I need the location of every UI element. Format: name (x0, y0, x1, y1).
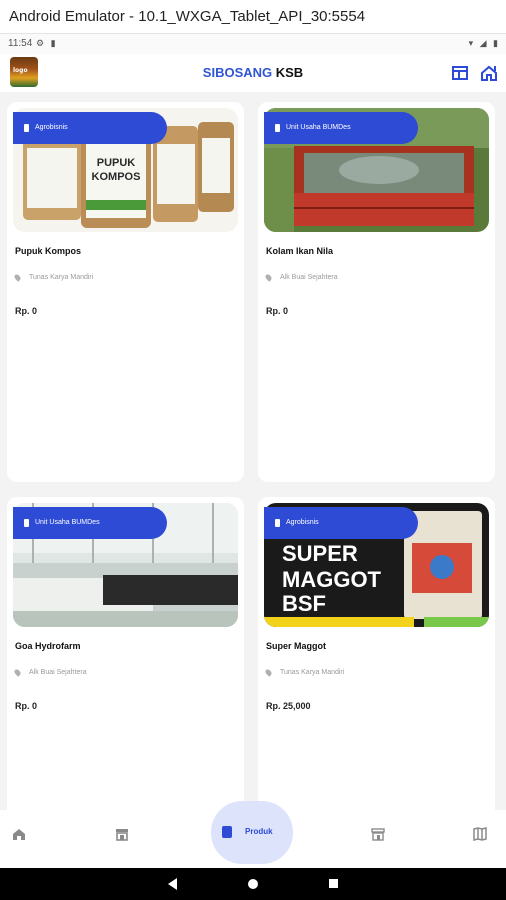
status-left-icons: ⚙ ▮ (36, 38, 58, 49)
category-label: Agrobisnis (35, 124, 68, 131)
emulator-titlebar: Android Emulator - 10.1_WXGA_Tablet_API_… (0, 0, 506, 34)
product-card[interactable]: PUPUK KOMPOS Agrobisnis Pupuk Kompos Tun… (7, 102, 244, 482)
home-icon[interactable] (11, 826, 27, 842)
location-pin-icon (13, 273, 22, 282)
category-label: Unit Usaha BUMDes (286, 124, 351, 131)
svg-text:PUPUK: PUPUK (97, 157, 136, 169)
wifi-icon: ▾ (468, 38, 476, 48)
svg-text:MAGGOT: MAGGOT (282, 567, 382, 592)
bookmark-icon (275, 124, 280, 132)
category-label: Agrobisnis (286, 519, 319, 526)
settings-icon: ⚙ (36, 38, 47, 48)
product-price: Rp. 25,000 (266, 701, 311, 711)
location-pin-icon (13, 668, 22, 677)
dashboard-icon[interactable] (450, 63, 470, 83)
bottom-navigation: Produk (0, 801, 506, 868)
product-price: Rp. 0 (15, 306, 38, 316)
app-title-part2: KSB (275, 65, 304, 80)
product-name: Super Maggot (266, 641, 326, 651)
recents-icon[interactable] (329, 879, 338, 888)
app-bar: logo SIBOSANG KSB (0, 54, 506, 92)
product-grid: PUPUK KOMPOS Agrobisnis Pupuk Kompos Tun… (0, 92, 506, 877)
battery-icon: ▮ (493, 38, 500, 48)
home-circle-icon[interactable] (248, 879, 258, 889)
category-badge: Agrobisnis (264, 507, 418, 539)
nav-active-label: Produk (245, 827, 273, 836)
store-icon[interactable] (114, 826, 130, 842)
shop-icon[interactable] (370, 826, 386, 842)
product-icon (222, 826, 232, 838)
category-badge: Agrobisnis (13, 112, 167, 144)
status-bar: 11:54 ⚙ ▮ ▾ ◢ ▮ (0, 34, 506, 54)
app-title-part1: SIBOSANG (202, 65, 273, 80)
location-text: Tunas Karya Mandiri (280, 669, 345, 676)
product-name: Kolam Ikan Nila (266, 246, 334, 256)
location-text: Tunas Karya Mandiri (29, 274, 94, 281)
android-system-nav (0, 868, 506, 900)
location-text: Alk Buai Sejahtera (280, 274, 338, 281)
home-outline-icon[interactable] (479, 63, 499, 83)
app-title: SIBOSANG KSB (0, 65, 506, 80)
back-icon[interactable] (168, 878, 177, 890)
bookmark-icon (24, 519, 29, 527)
bookmark-icon (275, 519, 280, 527)
location-text: Alk Buai Sejahtera (29, 669, 87, 676)
svg-text:SUPER: SUPER (282, 541, 358, 566)
sd-card-icon: ▮ (50, 38, 58, 48)
svg-text:BSF: BSF (282, 591, 326, 616)
nav-item-produk[interactable]: Produk (211, 801, 293, 864)
status-time: 11:54 (8, 38, 33, 49)
category-label: Unit Usaha BUMDes (35, 519, 100, 526)
product-price: Rp. 0 (266, 306, 289, 316)
map-icon[interactable] (472, 826, 488, 842)
product-name: Pupuk Kompos (15, 246, 82, 256)
status-right-icons: ▾ ◢ ▮ (469, 38, 500, 49)
product-card[interactable]: Unit Usaha BUMDes Kolam Ikan Nila Alk Bu… (258, 102, 495, 482)
category-badge: Unit Usaha BUMDes (13, 507, 167, 539)
product-price: Rp. 0 (15, 701, 38, 711)
svg-text:KOMPOS: KOMPOS (92, 171, 141, 183)
product-name: Goa Hydrofarm (15, 641, 81, 651)
location-pin-icon (264, 273, 273, 282)
category-badge: Unit Usaha BUMDes (264, 112, 418, 144)
bookmark-icon (24, 124, 29, 132)
window-title: Android Emulator - 10.1_WXGA_Tablet_API_… (9, 8, 366, 25)
location-pin-icon (264, 668, 273, 677)
signal-icon: ◢ (479, 38, 489, 48)
